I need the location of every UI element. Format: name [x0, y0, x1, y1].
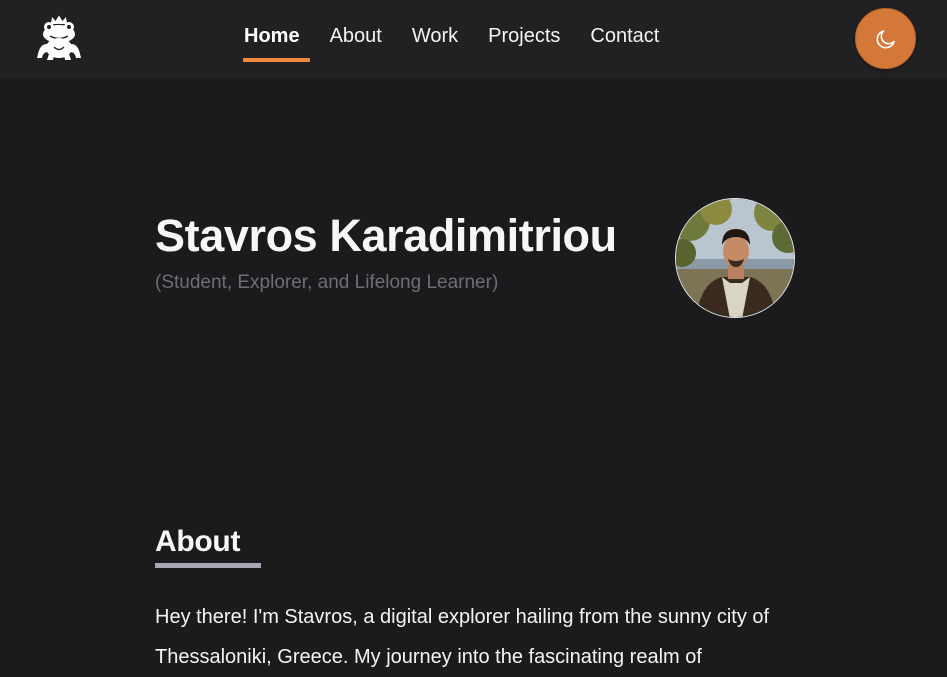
- about-paragraph: Hey there! I'm Stavros, a digital explor…: [155, 606, 770, 668]
- page-title: Stavros Karadimitriou: [155, 210, 617, 261]
- top-navigation-bar: Home About Work Projects Contact: [0, 0, 947, 78]
- nav-link-about[interactable]: About: [330, 0, 382, 64]
- avatar: [675, 198, 795, 318]
- moon-icon: [876, 29, 895, 48]
- main-nav: Home About Work Projects Contact: [243, 0, 689, 78]
- hero-subtitle: (Student, Explorer, and Lifelong Learner…: [155, 272, 499, 293]
- nav-link-contact[interactable]: Contact: [590, 0, 659, 64]
- about-heading: About: [155, 525, 241, 558]
- nav-link-label: Home: [244, 25, 300, 47]
- frog-logo-icon[interactable]: [34, 14, 84, 62]
- nav-link-projects[interactable]: Projects: [488, 0, 560, 64]
- nav-link-work[interactable]: Work: [412, 0, 458, 64]
- theme-toggle-button[interactable]: [855, 8, 916, 69]
- active-nav-indicator: [243, 58, 310, 62]
- nav-link-home[interactable]: Home: [243, 0, 310, 64]
- about-heading-underline: [155, 563, 261, 568]
